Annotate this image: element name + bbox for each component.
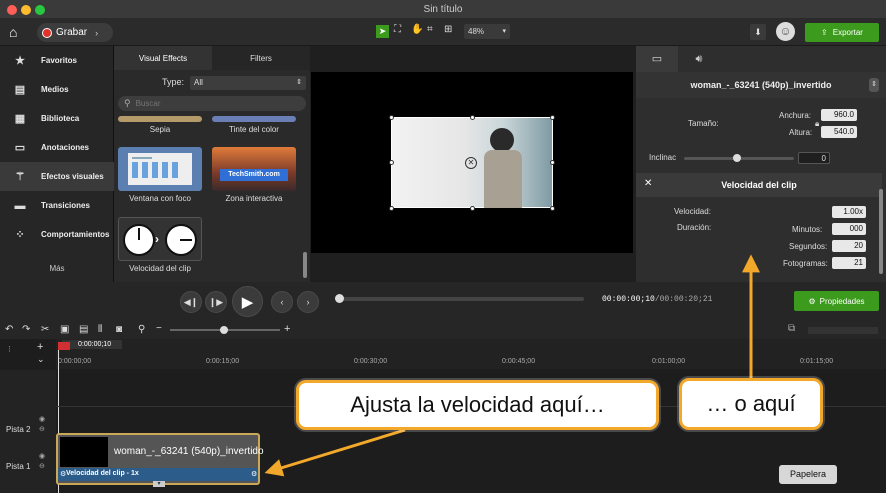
callout-left: Ajusta la velocidad aquí…	[296, 380, 659, 430]
left-callout-arrow	[264, 428, 406, 477]
callout-right: … o aquí	[679, 378, 823, 430]
